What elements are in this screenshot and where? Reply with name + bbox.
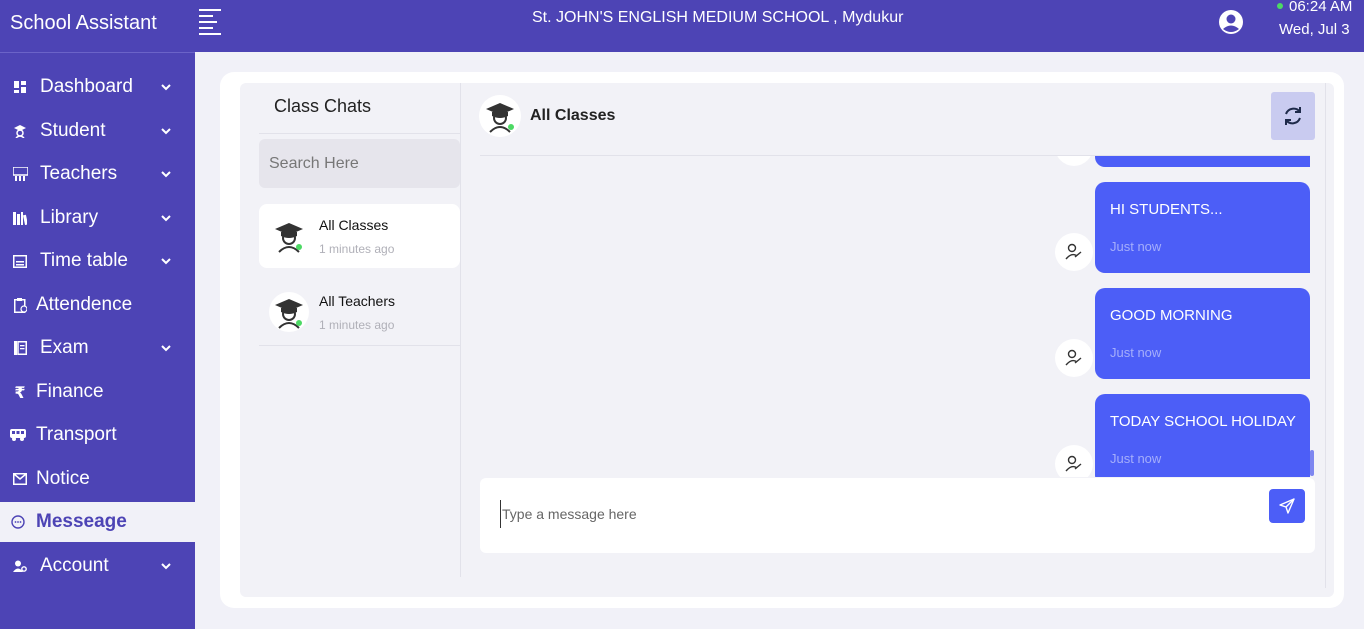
top-bar: School Assistant St. JOHN'S ENGLISH MEDI…: [0, 0, 1364, 52]
panel-divider: [460, 83, 461, 577]
chat-bubble-icon: [10, 514, 26, 530]
exam-list-icon: [12, 340, 28, 356]
sidebar-item-account[interactable]: Account: [0, 546, 195, 586]
message-bubble-partial: [1095, 156, 1310, 167]
user-gear-icon: [12, 558, 28, 574]
scrollbar-thumb[interactable]: [1310, 450, 1314, 476]
message-time: Just now: [1110, 345, 1162, 360]
clipboard-icon: [12, 297, 28, 313]
sidebar-item-label: Library: [40, 207, 99, 228]
chevron-down-icon: [161, 171, 171, 178]
grid-icon: [12, 79, 28, 95]
clock-date: Wed, Jul 3: [1279, 21, 1350, 38]
sidebar-item-notice[interactable]: Notice: [0, 459, 195, 499]
sender-avatar-icon: [1055, 156, 1093, 166]
sender-avatar-icon: [1055, 233, 1093, 271]
send-icon: [1279, 498, 1295, 514]
mail-icon: [12, 471, 28, 487]
sidebar-item-label: Notice: [36, 468, 90, 489]
message-bubble: HI STUDENTS... Just now: [1095, 182, 1310, 273]
chevron-down-icon: [161, 563, 171, 570]
calendar-icon: [12, 253, 28, 269]
app-title: School Assistant: [10, 12, 157, 34]
graduate-avatar-icon: [269, 216, 309, 256]
chevron-down-icon: [161, 84, 171, 91]
chevron-down-icon: [161, 215, 171, 222]
sidebar-item-exam[interactable]: Exam: [0, 328, 195, 368]
sender-avatar-icon: [1055, 339, 1093, 377]
sidebar-item-label: Teachers: [40, 163, 118, 184]
sidebar-item-label: Student: [40, 120, 106, 141]
sidebar-item-messeage[interactable]: Messeage: [0, 502, 195, 542]
message-time: Just now: [1110, 451, 1162, 466]
chat-name: All Teachers: [319, 293, 396, 309]
sidebar-item-finance[interactable]: ₹ Finance: [0, 372, 195, 412]
message-input[interactable]: [500, 500, 1240, 528]
chat-time: 1 minutes ago: [319, 318, 395, 332]
sidebar-item-attendence[interactable]: Attendence: [0, 285, 195, 325]
chat-list-item-all-teachers[interactable]: All Teachers 1 minutes ago: [259, 280, 460, 344]
conversation-avatar-icon: [479, 95, 521, 137]
message-text: TODAY SCHOOL HOLIDAY: [1110, 413, 1296, 430]
sidebar-item-label: Attendence: [36, 294, 133, 315]
sender-avatar-icon: [1055, 445, 1093, 477]
refresh-button[interactable]: [1271, 92, 1315, 140]
chevron-down-icon: [161, 258, 171, 265]
bus-icon: [10, 427, 26, 443]
online-status-indicator: [1277, 3, 1283, 9]
books-icon: [12, 210, 28, 226]
sidebar-item-teachers[interactable]: Teachers: [0, 154, 195, 194]
rupee-icon: ₹: [14, 382, 26, 402]
sidebar-item-label: Time table: [40, 250, 128, 271]
chat-list-title: Class Chats: [274, 96, 372, 116]
teacher-board-icon: [12, 166, 28, 182]
sidebar-item-label: Finance: [36, 381, 104, 402]
refresh-icon: [1285, 107, 1301, 125]
chat-list-item-all-classes[interactable]: All Classes 1 minutes ago: [259, 204, 460, 268]
sidebar-item-label: Dashboard: [40, 76, 133, 97]
chevron-down-icon: [161, 128, 171, 135]
sidebar-item-student[interactable]: Student: [0, 111, 195, 151]
divider: [259, 133, 460, 134]
message-bubble: TODAY SCHOOL HOLIDAY Just now: [1095, 394, 1310, 477]
sidebar-item-library[interactable]: Library: [0, 198, 195, 238]
chevron-down-icon: [161, 345, 171, 352]
sidebar-item-label: Messeage: [36, 511, 127, 532]
user-profile-icon[interactable]: [1218, 9, 1244, 35]
sidebar-item-label: Account: [40, 555, 109, 576]
sidebar-item-time-table[interactable]: Time table: [0, 241, 195, 281]
message-text: HI STUDENTS...: [1110, 201, 1223, 218]
send-button[interactable]: [1269, 489, 1305, 523]
message-time: Just now: [1110, 239, 1162, 254]
conversation-title: All Classes: [530, 107, 616, 124]
chat-name: All Classes: [319, 217, 389, 233]
sidebar-item-transport[interactable]: Transport: [0, 415, 195, 455]
graduate-icon: [12, 123, 28, 139]
message-bubble: GOOD MORNING Just now: [1095, 288, 1310, 379]
message-list[interactable]: HI STUDENTS... Just now GOOD MORNING Jus…: [470, 156, 1320, 477]
chat-time: 1 minutes ago: [319, 242, 395, 256]
menu-toggle-icon[interactable]: [199, 9, 221, 35]
sidebar-item-label: Exam: [40, 337, 89, 358]
message-text: GOOD MORNING: [1110, 307, 1233, 324]
divider: [259, 345, 460, 346]
graduate-avatar-icon: [269, 292, 309, 332]
divider: [1325, 83, 1326, 588]
clock-time: 06:24 AM: [1289, 0, 1353, 15]
sidebar-item-label: Transport: [36, 424, 117, 445]
search-input[interactable]: [259, 139, 460, 188]
sidebar-item-dashboard[interactable]: Dashboard: [0, 67, 195, 107]
school-name: St. JOHN'S ENGLISH MEDIUM SCHOOL , Myduk…: [532, 9, 904, 26]
